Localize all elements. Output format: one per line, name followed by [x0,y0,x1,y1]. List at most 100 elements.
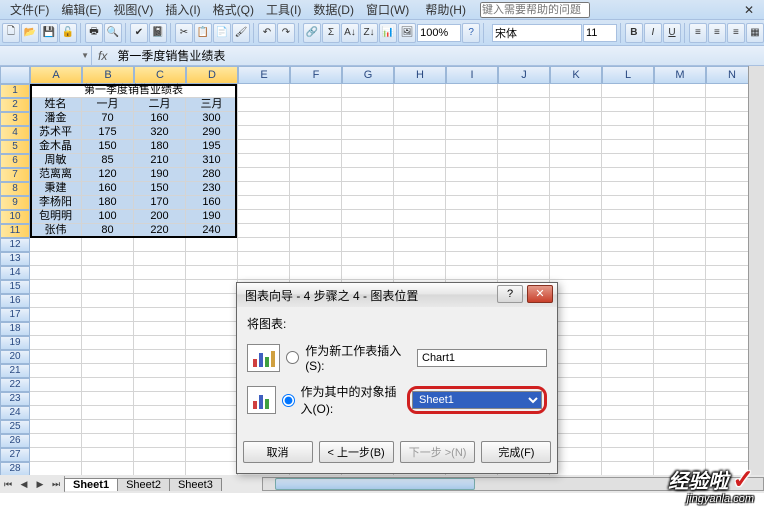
cell[interactable] [550,252,602,266]
cell[interactable] [82,350,134,364]
cell[interactable] [602,168,654,182]
cell[interactable] [550,84,602,98]
sum-icon[interactable]: Σ [322,23,340,43]
cell[interactable] [654,182,706,196]
cell[interactable] [394,252,446,266]
row-header[interactable]: 2 [0,98,30,112]
select-target-sheet[interactable]: Sheet1 [412,391,542,409]
cell[interactable] [30,322,82,336]
cell[interactable]: 150 [134,182,186,196]
menu-close-icon[interactable]: ✕ [738,1,760,19]
row-header[interactable]: 4 [0,126,30,140]
tab-prev-icon[interactable]: ◀ [16,476,32,492]
cell[interactable]: 320 [134,126,186,140]
cell[interactable] [342,84,394,98]
sort-desc-icon[interactable]: Z↓ [360,23,378,43]
cell[interactable] [654,280,706,294]
cell[interactable] [238,196,290,210]
cell[interactable] [342,182,394,196]
cell[interactable] [238,84,290,98]
row-header[interactable]: 3 [0,112,30,126]
bold-icon[interactable]: B [625,23,643,43]
cell[interactable] [186,308,238,322]
cell[interactable] [394,182,446,196]
cell[interactable]: 潘金 [30,112,82,126]
cell[interactable]: 175 [82,126,134,140]
cell[interactable] [342,252,394,266]
cell[interactable] [186,280,238,294]
vertical-scrollbar[interactable] [748,66,764,491]
col-header[interactable]: H [394,66,446,84]
cell[interactable] [238,168,290,182]
col-header[interactable]: D [186,66,238,84]
row-header[interactable]: 18 [0,322,30,336]
cell[interactable] [134,462,186,476]
cell[interactable] [290,126,342,140]
cell[interactable] [654,84,706,98]
cell[interactable] [498,210,550,224]
cell[interactable] [238,154,290,168]
col-header[interactable]: A [30,66,82,84]
cell[interactable]: 范离离 [30,168,82,182]
row-header[interactable]: 8 [0,182,30,196]
cell[interactable] [498,112,550,126]
sort-asc-icon[interactable]: A↓ [341,23,359,43]
cell[interactable] [602,462,654,476]
cell[interactable]: 190 [186,210,238,224]
cell[interactable] [446,182,498,196]
cell[interactable] [498,168,550,182]
cell[interactable] [186,364,238,378]
font-select[interactable] [492,24,582,42]
cell[interactable] [602,266,654,280]
research-icon[interactable]: 📓 [149,23,167,43]
cell[interactable] [498,238,550,252]
cell[interactable] [30,420,82,434]
menu-tools[interactable]: 工具(I) [260,0,307,20]
cell[interactable] [186,266,238,280]
drawing-icon[interactable]: 🖼 [398,23,416,43]
help-icon[interactable]: ? [462,23,480,43]
cell[interactable] [550,224,602,238]
cell[interactable] [550,266,602,280]
cell[interactable] [82,420,134,434]
chart-icon[interactable]: 📊 [379,23,397,43]
row-header[interactable]: 1 [0,84,30,98]
tab-first-icon[interactable]: ⏮ [0,476,16,492]
cell[interactable] [134,406,186,420]
cell[interactable] [446,196,498,210]
cell[interactable] [446,168,498,182]
cell[interactable]: 一月 [82,98,134,112]
cell[interactable] [550,112,602,126]
menu-view[interactable]: 视图(V) [107,0,159,20]
help-search-input[interactable] [480,2,590,18]
radio-new-sheet[interactable] [286,351,299,364]
cell[interactable] [290,238,342,252]
cell[interactable] [134,448,186,462]
menu-edit[interactable]: 编辑(E) [55,0,107,20]
spell-icon[interactable]: ✔ [130,23,148,43]
tab-next-icon[interactable]: ▶ [32,476,48,492]
cell[interactable] [446,210,498,224]
col-header[interactable]: B [82,66,134,84]
cell[interactable] [446,154,498,168]
cell[interactable]: 二月 [134,98,186,112]
col-header[interactable]: K [550,66,602,84]
align-center-icon[interactable]: ≡ [708,23,726,43]
cell[interactable] [602,434,654,448]
cell[interactable] [238,266,290,280]
cell[interactable] [446,126,498,140]
cell[interactable] [654,392,706,406]
cell[interactable] [186,448,238,462]
row-header[interactable]: 11 [0,224,30,238]
row-header[interactable]: 9 [0,196,30,210]
cell[interactable] [134,350,186,364]
cell[interactable] [602,84,654,98]
preview-icon[interactable]: 🔍 [104,23,122,43]
cell[interactable]: 240 [186,224,238,238]
cell[interactable] [602,392,654,406]
cell[interactable] [342,98,394,112]
cell[interactable]: 李杨阳 [30,196,82,210]
cell[interactable] [394,140,446,154]
align-left-icon[interactable]: ≡ [689,23,707,43]
row-header[interactable]: 5 [0,140,30,154]
